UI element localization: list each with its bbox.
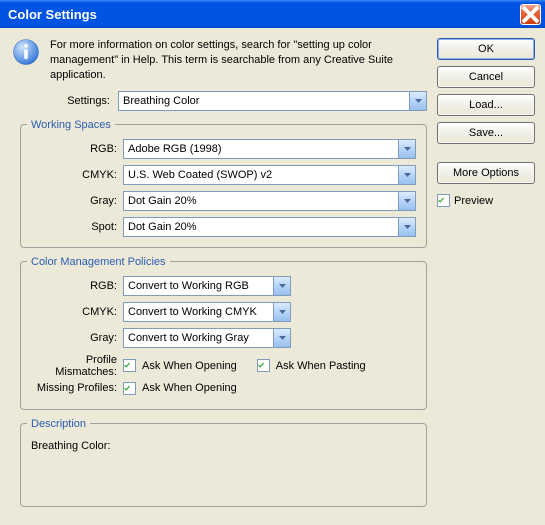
missing-label: Missing Profiles: xyxy=(27,382,117,394)
window-title: Color Settings xyxy=(8,7,520,22)
info-row: For more information on color settings, … xyxy=(12,38,427,83)
cmyk-value: U.S. Web Coated (SWOP) v2 xyxy=(128,169,272,181)
close-button[interactable] xyxy=(520,4,541,25)
policies-legend: Color Management Policies xyxy=(27,256,170,268)
chevron-down-icon xyxy=(273,329,290,347)
missing-open-checkbox[interactable] xyxy=(123,382,136,395)
policy-gray-select[interactable]: Convert to Working Gray xyxy=(123,328,291,348)
policy-rgb-label: RGB: xyxy=(27,280,117,292)
close-icon xyxy=(521,5,540,24)
titlebar: Color Settings xyxy=(0,0,545,28)
gray-value: Dot Gain 20% xyxy=(128,195,196,207)
ok-button[interactable]: OK xyxy=(437,38,535,60)
chevron-down-icon xyxy=(398,140,415,158)
policy-rgb-value: Convert to Working RGB xyxy=(128,280,249,292)
settings-value: Breathing Color xyxy=(123,95,199,107)
load-button[interactable]: Load... xyxy=(437,94,535,116)
dialog-body: For more information on color settings, … xyxy=(0,28,545,525)
policy-cmyk-select[interactable]: Convert to Working CMYK xyxy=(123,302,291,322)
settings-label: Settings: xyxy=(22,95,112,107)
cancel-button[interactable]: Cancel xyxy=(437,66,535,88)
working-spaces-group: Working Spaces RGB: Adobe RGB (1998) CMY… xyxy=(20,119,427,248)
preview-checkbox[interactable] xyxy=(437,194,450,207)
rgb-label: RGB: xyxy=(27,143,117,155)
policy-cmyk-label: CMYK: xyxy=(27,306,117,318)
chevron-down-icon xyxy=(398,166,415,184)
missing-open-label: Ask When Opening xyxy=(142,382,237,394)
gray-label: Gray: xyxy=(27,195,117,207)
rgb-value: Adobe RGB (1998) xyxy=(128,143,222,155)
info-icon xyxy=(12,38,40,66)
policy-gray-value: Convert to Working Gray xyxy=(128,332,249,344)
save-button[interactable]: Save... xyxy=(437,122,535,144)
chevron-down-icon xyxy=(273,277,290,295)
cmyk-select[interactable]: U.S. Web Coated (SWOP) v2 xyxy=(123,165,416,185)
left-column: For more information on color settings, … xyxy=(12,38,427,515)
cmyk-label: CMYK: xyxy=(27,169,117,181)
info-text: For more information on color settings, … xyxy=(50,38,427,83)
description-legend: Description xyxy=(27,418,90,430)
description-text: Breathing Color: xyxy=(27,438,416,496)
policy-rgb-select[interactable]: Convert to Working RGB xyxy=(123,276,291,296)
preview-label: Preview xyxy=(454,195,493,207)
rgb-select[interactable]: Adobe RGB (1998) xyxy=(123,139,416,159)
policy-gray-label: Gray: xyxy=(27,332,117,344)
mismatch-paste-label: Ask When Pasting xyxy=(276,360,366,372)
chevron-down-icon xyxy=(398,192,415,210)
mismatch-open-checkbox[interactable] xyxy=(123,359,136,372)
settings-select[interactable]: Breathing Color xyxy=(118,91,427,111)
spot-label: Spot: xyxy=(27,221,117,233)
gray-select[interactable]: Dot Gain 20% xyxy=(123,191,416,211)
mismatch-label: Profile Mismatches: xyxy=(27,354,117,378)
working-spaces-legend: Working Spaces xyxy=(27,119,115,131)
policies-group: Color Management Policies RGB: Convert t… xyxy=(20,256,427,410)
policy-cmyk-value: Convert to Working CMYK xyxy=(128,306,257,318)
spot-select[interactable]: Dot Gain 20% xyxy=(123,217,416,237)
spot-value: Dot Gain 20% xyxy=(128,221,196,233)
preview-row: Preview xyxy=(437,194,535,207)
right-column: OK Cancel Load... Save... More Options P… xyxy=(437,38,535,515)
mismatch-paste-checkbox[interactable] xyxy=(257,359,270,372)
chevron-down-icon xyxy=(409,92,426,110)
more-options-button[interactable]: More Options xyxy=(437,162,535,184)
description-group: Description Breathing Color: xyxy=(20,418,427,507)
chevron-down-icon xyxy=(398,218,415,236)
settings-row: Settings: Breathing Color xyxy=(12,91,427,111)
mismatch-open-label: Ask When Opening xyxy=(142,360,237,372)
chevron-down-icon xyxy=(273,303,290,321)
